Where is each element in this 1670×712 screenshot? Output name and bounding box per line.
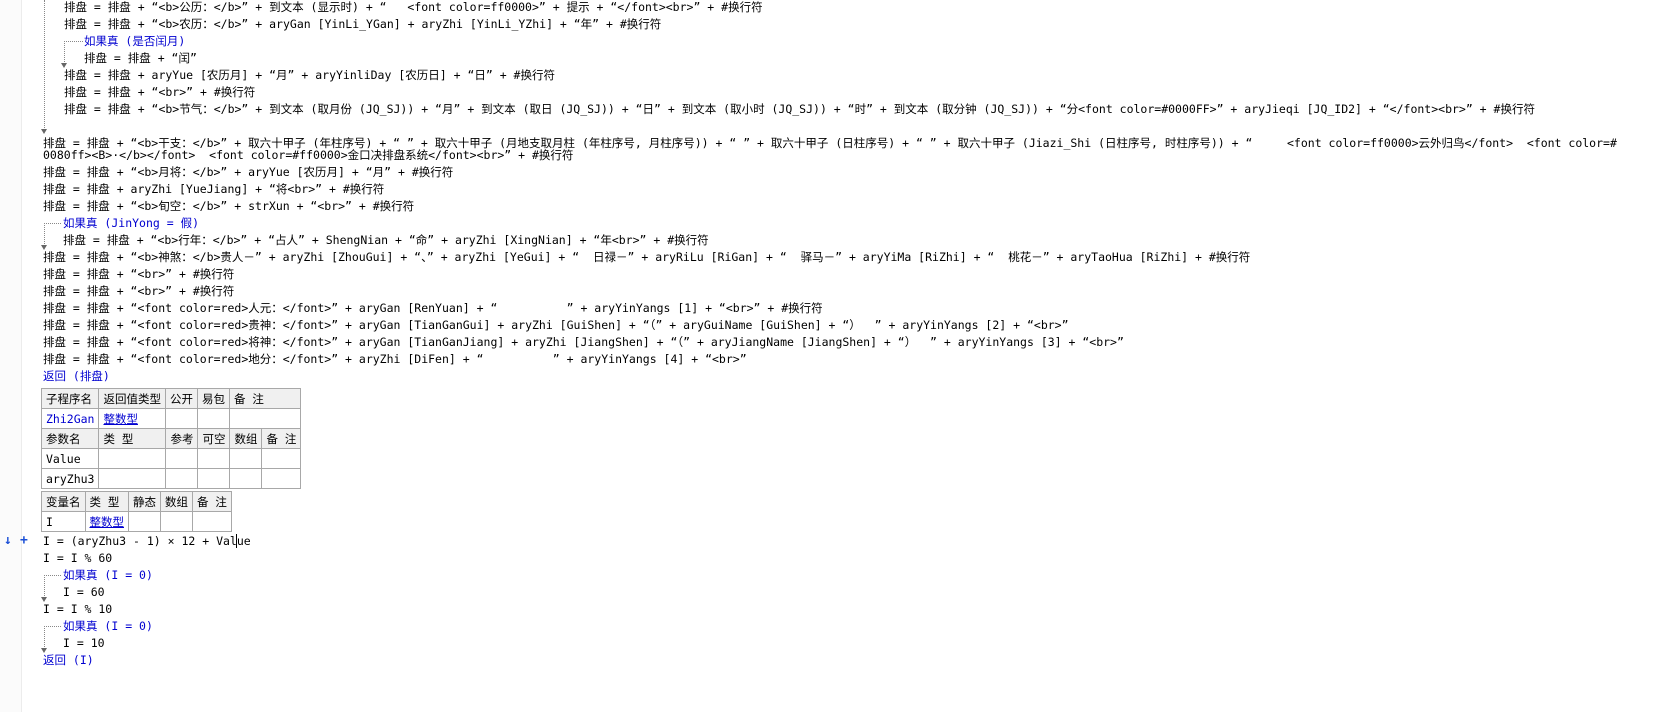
sub-public-cell[interactable]	[164, 408, 198, 429]
code-line[interactable]: 排盘 = 排盘 + “<br>” + #换行符	[43, 282, 1670, 300]
param-cell[interactable]	[165, 448, 199, 469]
code-line-return[interactable]: 返回 (I)	[43, 651, 1670, 669]
code-line[interactable]: 排盘 = 排盘 + “<b>旬空：</b>” + strXun + “<br>”…	[43, 197, 1670, 215]
code-editor[interactable]: 排盘 = 排盘 + “<b>公历：</b>” + 到文本 (显示时) + “ <…	[0, 0, 1670, 712]
param-header: 数组	[229, 428, 263, 449]
code-line-if[interactable]: 如果真 (是否闰月)	[84, 32, 1670, 50]
code-line[interactable]: 排盘 = 排盘 + “<font color=red>贵神：</font>” +…	[43, 316, 1670, 334]
sub-easy-cell[interactable]	[196, 408, 230, 429]
param-type-cell[interactable]	[98, 448, 167, 469]
param-cell[interactable]	[261, 448, 302, 469]
code-line[interactable]: 排盘 = 排盘 + “<b>月将：</b>” + aryYue [农历月] + …	[43, 163, 1670, 181]
sub-header: 公开	[164, 388, 198, 409]
sub-return-type-cell[interactable]: 整数型	[98, 408, 166, 429]
code-line[interactable]: 排盘 = 排盘 + “<br>” + #换行符	[64, 83, 1670, 101]
code-line[interactable]: 排盘 = 排盘 + “<b>节气：</b>” + 到文本 (取月份 (JQ_SJ…	[64, 100, 1670, 118]
plus-icon[interactable]: +	[20, 533, 28, 548]
var-note-cell[interactable]	[192, 511, 232, 532]
text-caret	[236, 534, 237, 548]
var-name-cell[interactable]: I	[41, 511, 86, 532]
code-line[interactable]: I = 60	[63, 583, 1670, 601]
param-header: 参考	[165, 428, 199, 449]
param-name-cell[interactable]: aryZhu3	[40, 468, 100, 489]
param-table: 参数名 类 型 参考 可空 数组 备 注 Value aryZhu3	[40, 428, 302, 489]
code-line-current[interactable]: I = (aryZhu3 - 1) × 12 + Value	[43, 532, 1670, 550]
param-header: 可空	[197, 428, 231, 449]
code-line-return[interactable]: 返回 (排盘)	[43, 367, 1670, 385]
arrow-down-icon[interactable]: ↓	[4, 533, 12, 548]
code-line[interactable]: 排盘 = 排盘 + “闰”	[84, 49, 1670, 67]
var-header: 变量名	[41, 491, 86, 512]
var-static-cell[interactable]	[128, 511, 161, 532]
subroutine-table: 子程序名 返回值类型 公开 易包 备 注 Zhi2Gan 整数型	[40, 388, 301, 429]
sub-header: 返回值类型	[98, 388, 166, 409]
sub-note-cell[interactable]	[228, 408, 301, 429]
var-type-cell[interactable]: 整数型	[84, 511, 129, 532]
var-header: 类 型	[84, 491, 129, 512]
param-cell[interactable]	[229, 448, 263, 469]
code-line[interactable]: I = 10	[63, 634, 1670, 652]
param-cell[interactable]	[261, 468, 302, 489]
variable-table: 变量名 类 型 静态 数组 备 注 I 整数型	[41, 491, 232, 532]
sub-header: 备 注	[228, 388, 301, 409]
code-line[interactable]: I = I % 10	[43, 600, 1670, 618]
param-cell[interactable]	[165, 468, 199, 489]
sub-header: 易包	[196, 388, 230, 409]
param-cell[interactable]	[197, 448, 231, 469]
sub-header: 子程序名	[40, 388, 100, 409]
sub-name-cell[interactable]: Zhi2Gan	[40, 408, 100, 429]
code-line[interactable]: I = I % 60	[43, 549, 1670, 567]
var-header: 数组	[160, 491, 193, 512]
param-name-cell[interactable]: Value	[40, 448, 100, 469]
var-array-cell[interactable]	[160, 511, 193, 532]
code-line[interactable]: 排盘 = 排盘 + “<font color=red>地分：</font>” +…	[43, 350, 1670, 368]
code-line-if[interactable]: 如果真 (I = 0)	[63, 617, 1670, 635]
code-line-wrap[interactable]: 0080ff><B>·</b></font> <font color=#ff00…	[43, 146, 1670, 164]
code-line[interactable]: 排盘 = 排盘 + “<font color=red>将神：</font>” +…	[43, 333, 1670, 351]
param-header: 备 注	[261, 428, 302, 449]
code-line[interactable]: 排盘 = 排盘 + aryZhi [YueJiang] + “将<br>” + …	[43, 180, 1670, 198]
code-line[interactable]: 排盘 = 排盘 + “<b>神煞：</b>贵人－” + aryZhi [Zhou…	[43, 248, 1670, 266]
var-header: 静态	[128, 491, 161, 512]
code-line[interactable]: 排盘 = 排盘 + aryYue [农历月] + “月” + aryYinliD…	[64, 66, 1670, 84]
code-line[interactable]: 排盘 = 排盘 + “<b>公历：</b>” + 到文本 (显示时) + “ <…	[64, 0, 1670, 16]
param-type-cell[interactable]	[98, 468, 167, 489]
code-line-if[interactable]: 如果真 (I = 0)	[63, 566, 1670, 584]
code-line[interactable]: 排盘 = 排盘 + “<b>行年：</b>” + “占人” + ShengNia…	[63, 231, 1670, 249]
code-line-if[interactable]: 如果真 (JinYong = 假)	[63, 214, 1670, 232]
var-header: 备 注	[192, 491, 232, 512]
param-cell[interactable]	[197, 468, 231, 489]
param-header: 参数名	[40, 428, 100, 449]
param-cell[interactable]	[229, 468, 263, 489]
code-line[interactable]: 排盘 = 排盘 + “<br>” + #换行符	[43, 265, 1670, 283]
param-header: 类 型	[98, 428, 167, 449]
block-guide	[44, 0, 45, 132]
code-line[interactable]: 排盘 = 排盘 + “<b>农历：</b>” + aryGan [YinLi_Y…	[64, 15, 1670, 33]
code-line[interactable]: 排盘 = 排盘 + “<font color=red>人元：</font>” +…	[43, 299, 1670, 317]
